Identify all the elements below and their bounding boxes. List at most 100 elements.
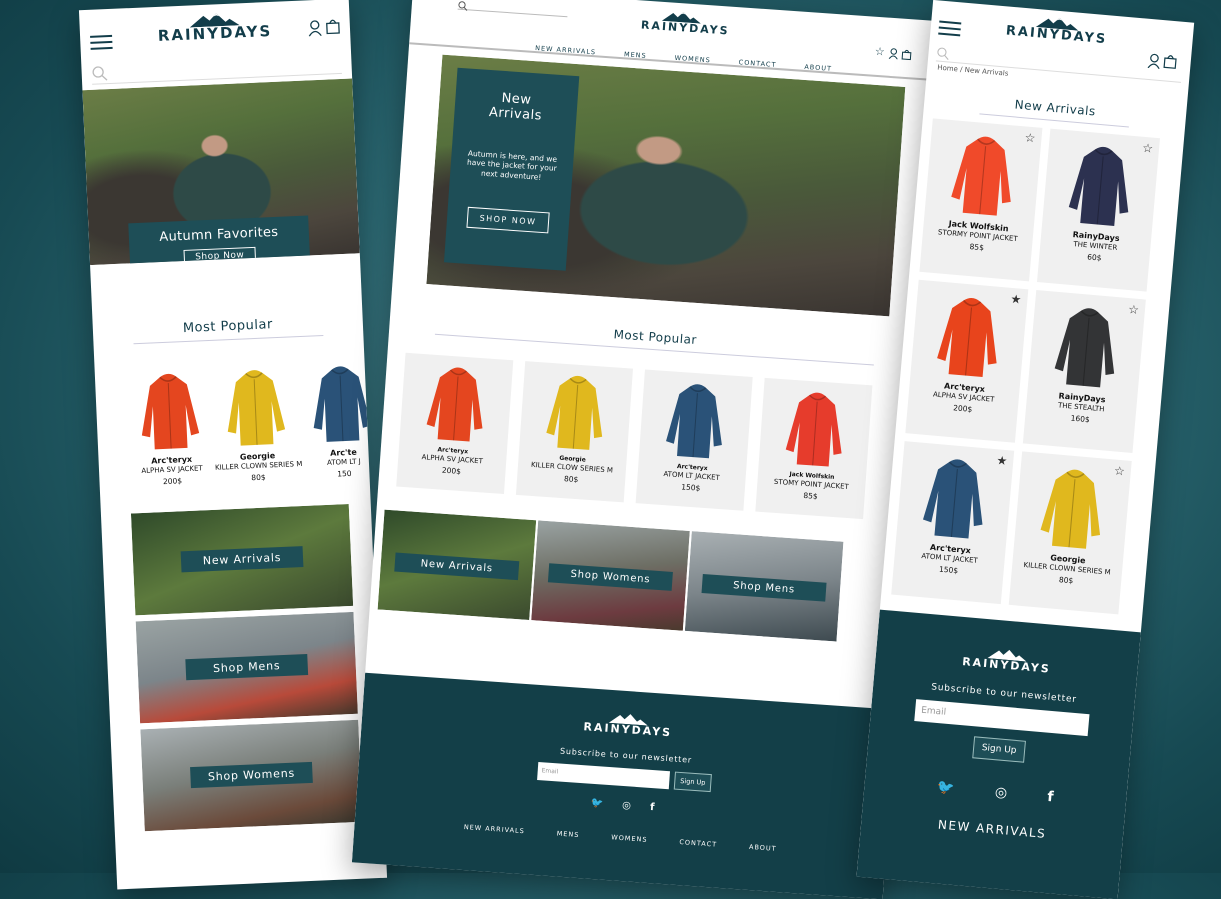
product-price: 150 bbox=[337, 468, 352, 479]
footer-link-4[interactable]: ABOUT bbox=[749, 842, 777, 852]
site-logo[interactable]: RAINYDAYS bbox=[149, 10, 280, 45]
footer-link-3[interactable]: CONTACT bbox=[679, 838, 717, 849]
mobile-mockup-home: RAINYDAYS Autumn Favorites Shop Now Most… bbox=[78, 0, 388, 890]
logo-text: RAINYDAYS bbox=[640, 18, 730, 38]
product-image-box: Arc'teryx ATOM LT JACKET 150$ bbox=[635, 369, 753, 511]
category-banner[interactable]: Shop Mens bbox=[135, 611, 358, 724]
product-image-box: ☆ RainyDays THE STEALTH 160$ bbox=[1022, 290, 1146, 454]
twitter-icon[interactable]: 🐦 bbox=[590, 797, 603, 809]
site-logo[interactable]: RAINYDAYS bbox=[640, 8, 730, 38]
category-banner[interactable]: Shop Womens bbox=[531, 520, 690, 631]
nav-link-4[interactable]: ABOUT bbox=[804, 63, 832, 73]
footer-link-2[interactable]: WOMENS bbox=[611, 833, 648, 844]
product-image-box: Jack Wolfskin STOMY POINT JACKET 85$ bbox=[755, 377, 873, 520]
search-icon bbox=[937, 47, 949, 60]
social-links: 🐦 ◎ f bbox=[864, 773, 1126, 812]
favorite-star-icon[interactable]: ★ bbox=[1010, 292, 1022, 307]
sign-up-button[interactable]: Sign Up bbox=[673, 771, 713, 792]
jacket-image bbox=[951, 136, 1011, 216]
hero-caption-box: New Arrivals Autumn is here, and we have… bbox=[443, 67, 580, 271]
footer-link-new-arrivals[interactable]: NEW ARRIVALS bbox=[861, 811, 1123, 848]
nav-link-1[interactable]: MENS bbox=[624, 50, 647, 60]
favorite-star-icon[interactable]: ☆ bbox=[1128, 302, 1140, 317]
email-input[interactable]: Email bbox=[914, 699, 1090, 737]
jacket-image bbox=[922, 459, 983, 539]
hero-banner: Autumn Favorites Shop Now bbox=[82, 78, 360, 266]
product-card[interactable]: ☆ Jack Wolfskin STORMY POINT JACKET 85$ bbox=[919, 118, 1043, 282]
jacket-image bbox=[227, 370, 286, 446]
mobile-footer: RAINYDAYS Subscribe to our newsletter Em… bbox=[856, 609, 1141, 899]
most-popular-title: Most Popular bbox=[434, 314, 876, 366]
email-input[interactable]: Email bbox=[536, 761, 670, 789]
most-popular-title: Most Popular bbox=[132, 314, 324, 345]
popular-products-grid: Arc'teryx ALPHA SV JACKET 200$ Georgie KILLE… bbox=[378, 352, 918, 523]
product-card[interactable]: Arc'teryx ALPHA SV JACKET 200$ bbox=[125, 369, 216, 488]
favorite-star-icon[interactable]: ☆ bbox=[1113, 464, 1125, 479]
product-card[interactable]: ★ Arc'teryx ATOM LT JACKET 150$ bbox=[891, 441, 1015, 605]
jacket-image bbox=[785, 392, 842, 467]
search-bar[interactable] bbox=[935, 44, 1183, 83]
footer-link-0[interactable]: NEW ARRIVALS bbox=[464, 823, 526, 835]
cart-icon[interactable] bbox=[901, 48, 912, 60]
nav-link-0[interactable]: NEW ARRIVALS bbox=[535, 44, 597, 56]
jacket-image bbox=[426, 367, 483, 442]
instagram-icon[interactable]: ◎ bbox=[994, 784, 1008, 801]
favorite-star-icon[interactable]: ★ bbox=[996, 453, 1008, 468]
facebook-icon[interactable]: f bbox=[650, 801, 655, 812]
product-card[interactable]: ★ Arc'teryx ALPHA SV JACKET 200$ bbox=[905, 279, 1029, 443]
site-logo[interactable]: RAINYDAYS bbox=[996, 12, 1118, 47]
category-banners: New Arrivals Shop Mens Shop Womens bbox=[101, 503, 385, 832]
shop-now-button[interactable]: SHOP NOW bbox=[465, 206, 551, 234]
category-banner[interactable]: New Arrivals bbox=[377, 509, 537, 621]
product-card[interactable]: ☆ RainyDays THE WINTER 60$ bbox=[1036, 128, 1160, 292]
product-card[interactable]: Arc'te ATOM LT J 150 bbox=[297, 362, 370, 480]
user-icon[interactable] bbox=[308, 20, 323, 37]
hero-title: Autumn Favorites bbox=[159, 224, 279, 246]
product-card[interactable]: Georgie KILLER CLOW SERIES M 80$ bbox=[515, 361, 634, 503]
product-image-box: Georgie KILLER CLOW SERIES M 80$ bbox=[515, 361, 634, 503]
hero-banner: New Arrivals Autumn is here, and we have… bbox=[426, 54, 906, 317]
logo-text: RAINYDAYS bbox=[157, 21, 273, 45]
search-icon bbox=[458, 1, 468, 11]
jacket-image bbox=[141, 373, 200, 450]
jacket-image bbox=[313, 366, 370, 442]
page-title: New Arrivals bbox=[979, 94, 1131, 128]
nav-link-3[interactable]: CONTACT bbox=[738, 58, 776, 69]
hamburger-menu-icon[interactable] bbox=[938, 17, 962, 41]
jacket-image bbox=[1040, 469, 1101, 549]
cart-icon[interactable] bbox=[326, 18, 341, 35]
star-wishlist-icon[interactable]: ☆ bbox=[874, 45, 885, 59]
footer-logo: RAINYDAYS bbox=[875, 637, 1138, 682]
category-banner[interactable]: New Arrivals bbox=[130, 504, 354, 616]
category-banner[interactable]: Shop Womens bbox=[140, 719, 363, 832]
product-card[interactable]: Georgie KILLER CLOWN SERIES M 80$ bbox=[211, 365, 302, 484]
jacket-image bbox=[666, 384, 722, 459]
hamburger-menu-icon[interactable] bbox=[90, 31, 113, 54]
sign-up-button[interactable]: Sign Up bbox=[971, 736, 1027, 763]
mobile-header: RAINYDAYS bbox=[79, 0, 352, 90]
desktop-footer: RAINYDAYS Subscribe to our newsletter Em… bbox=[351, 672, 896, 899]
new-arrivals-grid: ☆ Jack Wolfskin STORMY POINT JACKET 85$ ☆ Rai… bbox=[881, 117, 1184, 624]
search-bar[interactable] bbox=[457, 0, 569, 18]
product-card[interactable]: Arc'teryx ALPHA SV JACKET 200$ bbox=[396, 352, 514, 494]
favorite-star-icon[interactable]: ☆ bbox=[1142, 141, 1154, 156]
product-image-box: ☆ RainyDays THE WINTER 60$ bbox=[1036, 128, 1160, 292]
nav-link-2[interactable]: WOMENS bbox=[674, 54, 711, 65]
product-card[interactable]: Jack Wolfskin STOMY POINT JACKET 85$ bbox=[755, 377, 873, 520]
jacket-image bbox=[1054, 308, 1115, 388]
product-card[interactable]: ☆ Georgie KILLER CLOWN SERIES M 80$ bbox=[1008, 451, 1132, 615]
product-card[interactable]: Arc'teryx ATOM LT JACKET 150$ bbox=[635, 369, 753, 511]
twitter-icon[interactable]: 🐦 bbox=[937, 779, 956, 796]
user-icon[interactable] bbox=[888, 47, 899, 59]
product-card[interactable]: ☆ RainyDays THE STEALTH 160$ bbox=[1022, 290, 1146, 454]
facebook-icon[interactable]: f bbox=[1047, 789, 1054, 805]
header-icons: ☆ bbox=[874, 45, 912, 61]
hero-text: Autumn is here, and we have the jacket f… bbox=[466, 148, 558, 182]
popular-products-carousel: Arc'teryx ALPHA SV JACKET 200$ Georgie KILLE… bbox=[95, 362, 370, 489]
search-icon bbox=[92, 66, 108, 81]
product-price: 80$ bbox=[251, 472, 266, 483]
instagram-icon[interactable]: ◎ bbox=[622, 799, 631, 811]
footer-link-1[interactable]: MENS bbox=[556, 829, 579, 839]
category-banner[interactable]: Shop Mens bbox=[684, 531, 844, 642]
favorite-star-icon[interactable]: ☆ bbox=[1024, 130, 1036, 145]
